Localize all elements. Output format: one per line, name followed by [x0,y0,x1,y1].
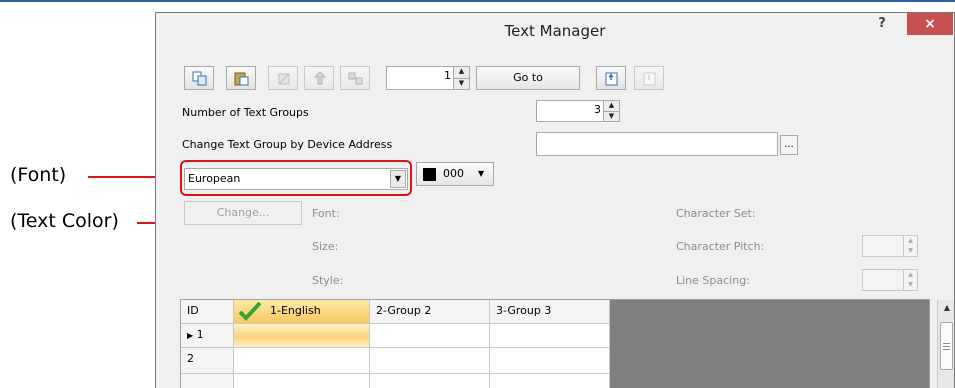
text-color-callout: (Text Color) [10,210,119,232]
font-callout: (Font) [10,164,67,186]
font-select-value: European [188,172,241,185]
replace-icon [348,72,363,85]
text-color-button[interactable]: 000 ▼ [416,162,494,186]
text-grid: ID 1-English 2-Group 2 3-Group 3 ▶ 1 2 ▲ [180,299,954,388]
table-row[interactable] [181,374,234,388]
import-button[interactable] [634,66,664,90]
paste-button[interactable] [226,66,256,90]
num-groups-arrows[interactable]: ▲ ▼ [603,101,619,121]
copy-button[interactable] [184,66,214,90]
grid-header-id[interactable]: ID [181,300,234,324]
goto-value: 1 [444,69,451,82]
text-manager-dialog: Text Manager ? × 1 ▲ ▼ Go to Number of Te… [155,12,955,388]
device-address-input[interactable] [536,132,778,156]
color-value: 000 [443,167,464,180]
goto-spinner-arrows[interactable]: ▲ ▼ [453,67,469,89]
line-spacing-label: Line Spacing: [676,274,750,287]
grid-cell[interactable] [234,348,370,374]
table-row[interactable]: 2 [181,348,234,374]
device-address-label: Change Text Group by Device Address [182,138,393,151]
row-id: 2 [187,352,194,365]
scroll-up-icon[interactable]: ▲ [938,300,954,316]
move-button[interactable] [304,66,334,90]
grid-cell[interactable] [370,324,490,348]
top-accent-line [0,0,955,2]
grid-cell[interactable] [490,348,610,374]
grid-cell[interactable] [370,348,490,374]
title-bar: Text Manager ? × [156,13,954,48]
color-swatch [423,168,436,181]
window-title: Text Manager [504,22,606,40]
num-groups-value: 3 [594,103,601,116]
scroll-thumb[interactable] [940,322,953,370]
grid-cell[interactable] [234,324,370,348]
line-spacing-spinner[interactable]: ▲ ▼ [862,269,918,291]
checkmark-icon [238,301,262,321]
move-icon [313,71,327,85]
grid-cell[interactable] [370,374,490,388]
grid-header-group2[interactable]: 2-Group 2 [370,300,490,324]
charset-label: Character Set: [676,207,756,220]
export-icon [605,72,618,86]
browse-button[interactable]: ... [780,135,798,155]
grid-cell[interactable] [234,374,370,388]
grid-scrollbar[interactable]: ▲ [937,300,954,388]
char-pitch-label: Character Pitch: [676,240,765,253]
import-icon [643,72,656,86]
num-groups-spinner[interactable]: 3 ▲ ▼ [536,100,620,122]
grid-header-english[interactable]: 1-English [234,300,370,324]
grid-header-english-label: 1-English [270,304,321,317]
row-id: 1 [196,328,204,341]
char-pitch-spinner[interactable]: ▲ ▼ [862,235,918,257]
clear-button[interactable] [268,66,298,90]
grid-cell[interactable] [490,374,610,388]
paste-icon [234,72,249,86]
replace-button[interactable] [340,66,370,90]
font-select[interactable]: European ▼ [184,168,408,190]
help-button[interactable]: ? [867,14,897,36]
grid-header-group3[interactable]: 3-Group 3 [490,300,610,324]
row-selected-marker: ▶ [187,331,194,340]
chevron-down-icon[interactable]: ▼ [390,170,406,188]
size-label: Size: [312,240,339,253]
font-label: Font: [312,207,340,220]
export-button[interactable] [596,66,626,90]
table-row[interactable]: ▶ 1 [181,324,234,348]
num-groups-label: Number of Text Groups [182,106,309,119]
change-button[interactable]: Change... [184,201,302,225]
clear-icon [278,73,290,85]
goto-number-spinner[interactable]: 1 ▲ ▼ [386,66,470,90]
grid-cell[interactable] [490,324,610,348]
copy-icon [192,71,207,86]
style-label: Style: [312,274,344,287]
chevron-down-icon: ▼ [478,169,485,178]
goto-button[interactable]: Go to [476,66,580,90]
close-button[interactable]: × [907,13,953,35]
